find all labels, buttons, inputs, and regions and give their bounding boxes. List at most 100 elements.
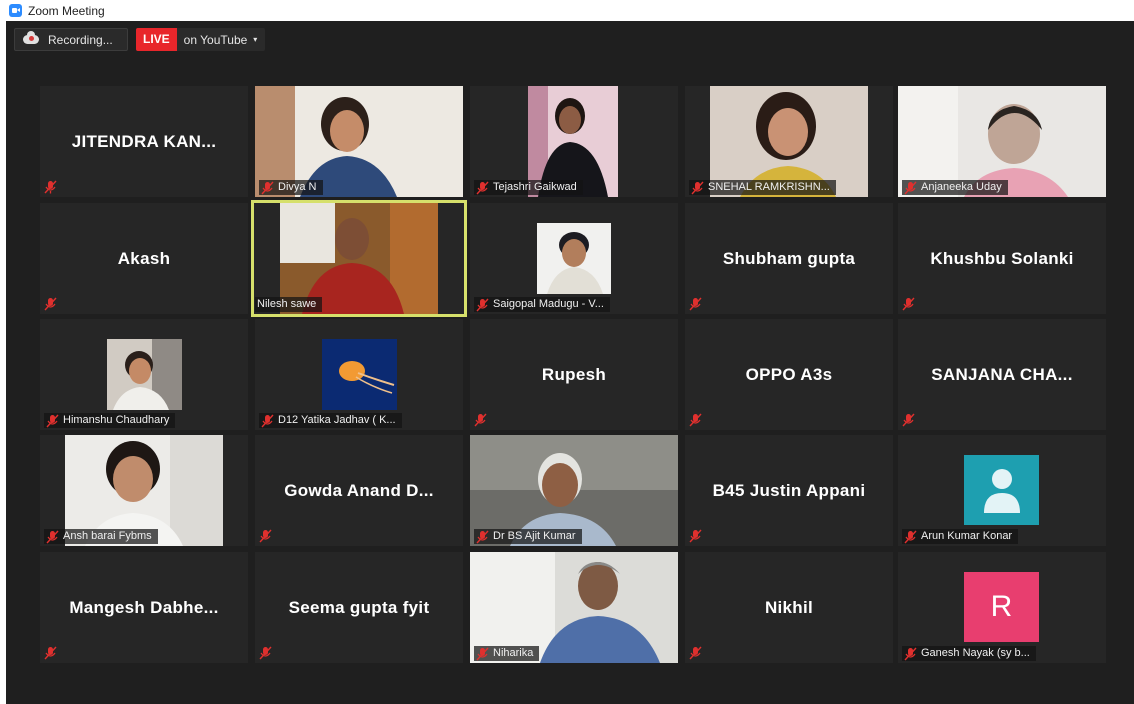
muted-mic-icon xyxy=(44,180,57,194)
participant-tile[interactable]: Rupesh xyxy=(470,319,678,430)
participant-name: Rupesh xyxy=(541,364,607,384)
participant-tile[interactable]: Ansh barai Fybms xyxy=(40,435,248,546)
muted-mic-icon xyxy=(689,529,702,543)
participant-name: OPPO A3s xyxy=(745,364,833,384)
participant-name: B45 Justin Appani xyxy=(712,480,866,500)
participant-name: Akash xyxy=(117,248,171,268)
muted-mic-icon xyxy=(44,646,57,660)
participant-name: Nilesh sawe xyxy=(257,298,317,310)
participant-tile[interactable]: Arun Kumar Konar xyxy=(898,435,1106,546)
avatar-initial: R xyxy=(990,590,1013,623)
participant-label: Himanshu Chaudhary xyxy=(44,413,176,428)
video-feed xyxy=(322,339,397,410)
participant-name: Ganesh Nayak (sy b... xyxy=(921,647,1030,659)
participant-name: Anjaneeka Uday xyxy=(921,181,1002,193)
participant-label: Ansh barai Fybms xyxy=(44,529,158,544)
participant-name: JITENDRA KAN... xyxy=(71,131,217,151)
muted-mic-icon xyxy=(476,530,489,544)
participant-label: D12 Yatika Jadhav ( K... xyxy=(259,413,402,428)
meeting-topbar: Recording... LIVE on YouTube ▾ xyxy=(14,28,266,51)
participant-tile[interactable]: Dr BS Ajit Kumar xyxy=(470,435,678,546)
muted-mic-icon xyxy=(261,414,274,428)
participant-name: Khushbu Solanki xyxy=(930,248,1074,268)
participant-tile[interactable]: R Ganesh Nayak (sy b... xyxy=(898,552,1106,663)
video-feed xyxy=(537,223,611,294)
participant-name: Mangesh Dabhe... xyxy=(69,597,219,617)
muted-mic-icon xyxy=(902,413,915,427)
window-titlebar: Zoom Meeting xyxy=(0,0,1134,21)
muted-mic-icon xyxy=(259,646,272,660)
participant-name: SANJANA CHA... xyxy=(931,364,1073,384)
meeting-window: Recording... LIVE on YouTube ▾ JITENDRA … xyxy=(6,21,1134,704)
participant-label: Nilesh sawe xyxy=(255,297,323,312)
participant-name: Gowda Anand D... xyxy=(284,480,434,500)
zoom-logo-icon xyxy=(9,4,22,17)
muted-mic-icon xyxy=(691,181,704,195)
muted-mic-icon xyxy=(261,181,274,195)
muted-mic-icon xyxy=(476,647,489,661)
participant-tile[interactable]: OPPO A3s xyxy=(685,319,893,430)
participant-name: Shubham gupta xyxy=(722,248,856,268)
participant-name: Divya N xyxy=(278,181,317,193)
participant-label: Divya N xyxy=(259,180,323,195)
participant-tile-active-speaker[interactable]: Nilesh sawe xyxy=(251,200,467,317)
participant-name: Saigopal Madugu - V... xyxy=(493,298,604,310)
participant-tile[interactable]: Gowda Anand D... xyxy=(255,435,463,546)
muted-mic-icon xyxy=(689,297,702,311)
participant-name: Arun Kumar Konar xyxy=(921,530,1013,542)
participant-tile[interactable]: Shubham gupta xyxy=(685,203,893,314)
live-stream-button[interactable]: LIVE on YouTube ▾ xyxy=(136,28,266,51)
participant-label: Arun Kumar Konar xyxy=(902,529,1019,544)
participant-label: Niharika xyxy=(474,646,540,661)
cloud-record-icon xyxy=(23,31,39,44)
participant-tile[interactable]: Anjaneeka Uday xyxy=(898,86,1106,197)
participant-name: Ansh barai Fybms xyxy=(63,530,152,542)
participant-tile[interactable]: Khushbu Solanki xyxy=(898,203,1106,314)
video-feed xyxy=(107,339,182,410)
participant-name: Tejashri Gaikwad xyxy=(493,181,577,193)
muted-mic-icon xyxy=(474,413,487,427)
participant-name: SNEHAL RAMKRISHN... xyxy=(708,181,830,193)
participant-label: Saigopal Madugu - V... xyxy=(474,297,610,312)
recording-label: Recording... xyxy=(48,32,113,47)
muted-mic-icon xyxy=(904,530,917,544)
muted-mic-icon xyxy=(44,297,57,311)
participant-tile[interactable]: Tejashri Gaikwad xyxy=(470,86,678,197)
participant-name: Nikhil xyxy=(764,597,814,617)
participant-tile[interactable]: JITENDRA KAN... xyxy=(40,86,248,197)
muted-mic-icon xyxy=(902,297,915,311)
participant-tile[interactable]: Himanshu Chaudhary xyxy=(40,319,248,430)
participant-tile[interactable]: Saigopal Madugu - V... xyxy=(470,203,678,314)
participant-name: Niharika xyxy=(493,647,534,659)
muted-mic-icon xyxy=(476,181,489,195)
chevron-down-icon: ▾ xyxy=(253,35,258,44)
participant-tile[interactable]: SANJANA CHA... xyxy=(898,319,1106,430)
muted-mic-icon xyxy=(46,414,59,428)
participant-tile[interactable]: D12 Yatika Jadhav ( K... xyxy=(255,319,463,430)
participant-tile[interactable]: Akash xyxy=(40,203,248,314)
participant-tile[interactable]: Nikhil xyxy=(685,552,893,663)
muted-mic-icon xyxy=(904,181,917,195)
participant-label: Ganesh Nayak (sy b... xyxy=(902,646,1036,661)
participant-name: Himanshu Chaudhary xyxy=(63,414,170,426)
participant-name: Seema gupta fyit xyxy=(288,597,430,617)
live-target-label: on YouTube xyxy=(183,32,248,47)
participant-tile[interactable]: Seema gupta fyit xyxy=(255,552,463,663)
muted-mic-icon xyxy=(904,647,917,661)
muted-mic-icon xyxy=(689,413,702,427)
participant-tile[interactable]: Niharika xyxy=(470,552,678,663)
default-avatar-icon xyxy=(964,455,1039,525)
participant-tile[interactable]: B45 Justin Appani xyxy=(685,435,893,546)
participant-label: Tejashri Gaikwad xyxy=(474,180,583,195)
participant-label: Anjaneeka Uday xyxy=(902,180,1008,195)
window-title: Zoom Meeting xyxy=(28,3,105,18)
participant-tile[interactable]: Divya N xyxy=(255,86,463,197)
recording-button[interactable]: Recording... xyxy=(14,28,128,51)
participant-name: Dr BS Ajit Kumar xyxy=(493,530,576,542)
participant-name: D12 Yatika Jadhav ( K... xyxy=(278,414,396,426)
muted-mic-icon xyxy=(259,529,272,543)
participant-tile[interactable]: SNEHAL RAMKRISHN... xyxy=(685,86,893,197)
muted-mic-icon xyxy=(476,298,489,312)
participant-tile[interactable]: Mangesh Dabhe... xyxy=(40,552,248,663)
muted-mic-icon xyxy=(689,646,702,660)
